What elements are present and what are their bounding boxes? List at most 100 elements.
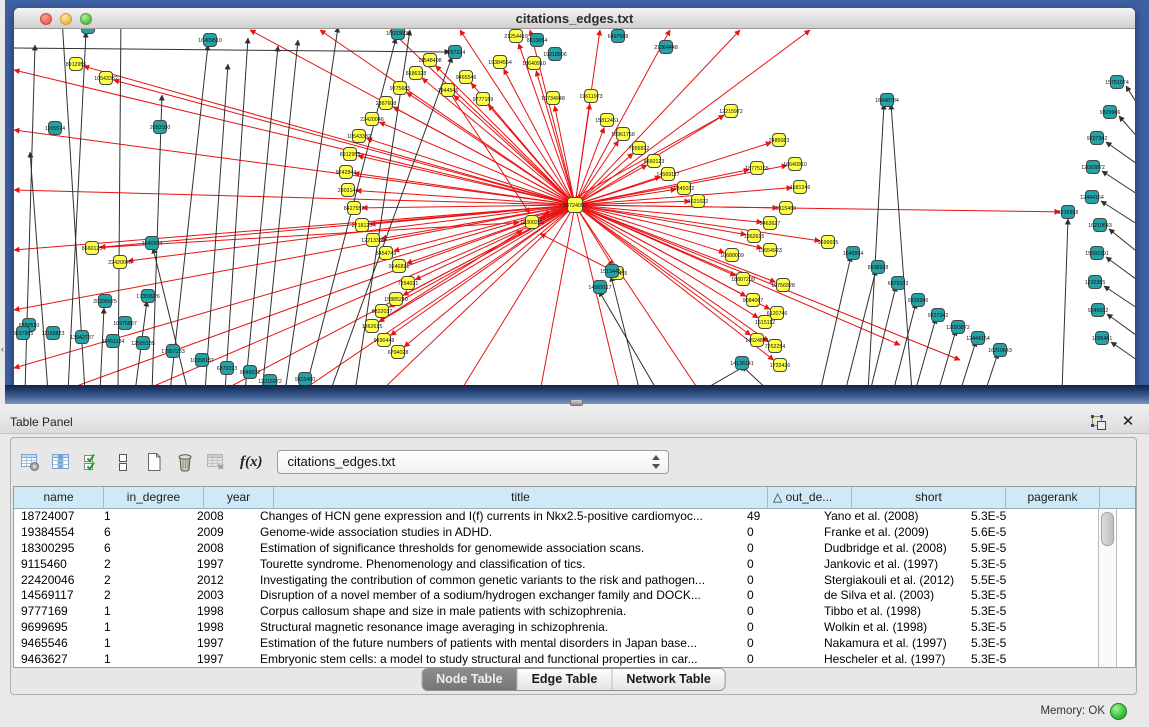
table-cell[interactable]: Estimation of significance thresholds fo…	[253, 541, 740, 557]
table-cell[interactable]: Franke et al. (2009)	[817, 525, 964, 541]
table-cell[interactable]: 9777169	[14, 604, 97, 620]
delete-rows-trash-icon[interactable]	[172, 447, 198, 477]
table-cell[interactable]: 5.3E-5	[964, 652, 1051, 668]
table-cell[interactable]: 5.3E-5	[964, 620, 1051, 636]
table-cell[interactable]: 5.3E-5	[964, 509, 1051, 525]
table-cell[interactable]: 5.3E-5	[964, 636, 1051, 652]
table-cell[interactable]: 9463627	[14, 652, 97, 668]
table-cell[interactable]: Structural magnetic resonance image aver…	[253, 620, 740, 636]
table-cell[interactable]: Tourette syndrome. Phenomenology and cla…	[253, 557, 740, 573]
table-row[interactable]: 1456911722003Disruption of a novel membe…	[14, 588, 1135, 604]
table-cell[interactable]: Wolkin et al. (1998)	[817, 620, 964, 636]
table-row[interactable]: 2242004622012Investigating the contribut…	[14, 573, 1135, 589]
table-cell[interactable]: 5.3E-5	[964, 557, 1051, 573]
tab-network-table[interactable]: Network Table	[612, 669, 725, 690]
table-row[interactable]: 1872400712008Changes of HCN gene express…	[14, 509, 1135, 525]
scrollbar-thumb[interactable]	[1101, 512, 1114, 546]
table-cell[interactable]: 22420046	[14, 573, 97, 589]
table-cell[interactable]: 18724007	[14, 509, 97, 525]
memory-status-icon[interactable]	[1110, 703, 1127, 720]
table-cell[interactable]: 0	[740, 652, 817, 668]
table-cell[interactable]: 0	[740, 573, 817, 589]
table-cell[interactable]: 5.3E-5	[964, 588, 1051, 604]
table-cell[interactable]: Estimation of the future numbers of pati…	[253, 636, 740, 652]
table-cell[interactable]: Dudbridge et al. (2008)	[817, 541, 964, 557]
table-cell[interactable]: 1	[97, 604, 190, 620]
table-cell[interactable]: 2	[97, 588, 190, 604]
function-builder-icon[interactable]: f(x)	[240, 454, 263, 471]
table-cell[interactable]: 9465546	[14, 636, 97, 652]
table-cell[interactable]: Corpus callosum shape and size in male p…	[253, 604, 740, 620]
table-cell[interactable]: 9699695	[14, 620, 97, 636]
clear-selection-icon[interactable]	[110, 447, 136, 477]
table-cell[interactable]: 6	[97, 541, 190, 557]
table-cell[interactable]: 5.3E-5	[964, 604, 1051, 620]
table-cell[interactable]: 1997	[190, 652, 253, 668]
table-cell[interactable]: Stergiakouli et al. (2012)	[817, 573, 964, 589]
table-cell[interactable]: 1997	[190, 557, 253, 573]
column-header-short[interactable]: short	[852, 487, 1006, 509]
table-cell[interactable]: 0	[740, 541, 817, 557]
column-header-pagerank[interactable]: pagerank	[1006, 487, 1100, 509]
network-window-titlebar[interactable]: citations_edges.txt	[14, 8, 1135, 29]
network-graph-svg[interactable]: 1830029511548498818632892756852367608224…	[14, 29, 1135, 385]
table-cell[interactable]: 6	[97, 525, 190, 541]
table-row[interactable]: 911546021997Tourette syndrome. Phenomeno…	[14, 557, 1135, 573]
close-panel-icon[interactable]: ✕	[1119, 411, 1137, 433]
table-cell[interactable]: 0	[740, 525, 817, 541]
table-cell[interactable]: 2008	[190, 509, 253, 525]
table-cell[interactable]: 2009	[190, 525, 253, 541]
table-row[interactable]: 946362711997Embryonic stem cells: a mode…	[14, 652, 1135, 668]
table-cell[interactable]: 2003	[190, 588, 253, 604]
table-cell[interactable]: 2008	[190, 541, 253, 557]
table-cell[interactable]: 1998	[190, 604, 253, 620]
table-cell[interactable]: 9115460	[14, 557, 97, 573]
table-cell[interactable]: 0	[740, 636, 817, 652]
table-cell[interactable]: Disruption of a novel member of a sodium…	[253, 588, 740, 604]
table-select-dropdown[interactable]: citations_edges.txt	[277, 450, 669, 474]
table-cell[interactable]: Yano et al. (2008)	[817, 509, 964, 525]
table-cell[interactable]: 1998	[190, 620, 253, 636]
tab-node-table[interactable]: Node Table	[422, 669, 517, 690]
select-columns-icon[interactable]	[48, 447, 74, 477]
table-vertical-scrollbar[interactable]	[1098, 509, 1117, 667]
table-cell[interactable]: 49	[740, 509, 817, 525]
column-header-in_degree[interactable]: in_degree	[104, 487, 204, 509]
table-settings-icon[interactable]	[17, 447, 43, 477]
column-header-name[interactable]: name	[14, 487, 104, 509]
table-cell[interactable]: de Silva et al. (2003)	[817, 588, 964, 604]
table-cell[interactable]: Nakamura et al. (1997)	[817, 636, 964, 652]
table-cell[interactable]: 0	[740, 588, 817, 604]
column-header-out_de[interactable]: △ out_de...	[768, 487, 852, 509]
select-all-checklist-icon[interactable]	[79, 447, 105, 477]
table-row[interactable]: 946554611997Estimation of the future num…	[14, 636, 1135, 652]
table-cell[interactable]: 1	[97, 652, 190, 668]
table-cell[interactable]: Jankovic et al. (1997)	[817, 557, 964, 573]
table-cell[interactable]: 1	[97, 620, 190, 636]
table-cell[interactable]: 5.9E-5	[964, 541, 1051, 557]
table-row[interactable]: 969969511998Structural magnetic resonanc…	[14, 620, 1135, 636]
table-cell[interactable]: 1	[97, 509, 190, 525]
table-cell[interactable]: 0	[740, 557, 817, 573]
table-cell[interactable]: 5.5E-5	[964, 573, 1051, 589]
table-cell[interactable]: 18300295	[14, 541, 97, 557]
table-cell[interactable]: 2	[97, 573, 190, 589]
column-header-year[interactable]: year	[204, 487, 274, 509]
table-cell[interactable]: 2	[97, 557, 190, 573]
float-panel-icon[interactable]	[1089, 413, 1109, 433]
table-cell[interactable]: Investigating the contribution of common…	[253, 573, 740, 589]
table-row[interactable]: 1938455462009Genome-wide association stu…	[14, 525, 1135, 541]
table-cell[interactable]: 5.6E-5	[964, 525, 1051, 541]
table-cell[interactable]: 19384554	[14, 525, 97, 541]
table-cell[interactable]: Genome-wide association studies in ADHD.	[253, 525, 740, 541]
table-cell[interactable]: 1997	[190, 636, 253, 652]
table-row[interactable]: 1830029562008Estimation of significance …	[14, 541, 1135, 557]
network-canvas[interactable]: 1830029511548498818632892756852367608224…	[14, 29, 1135, 385]
table-cell[interactable]: 1	[97, 636, 190, 652]
new-table-icon[interactable]	[141, 447, 167, 477]
table-cell[interactable]: Changes of HCN gene expression and I(f) …	[253, 509, 740, 525]
table-cell[interactable]: Hescheler et al. (1997)	[817, 652, 964, 668]
table-row[interactable]: 977716911998Corpus callosum shape and si…	[14, 604, 1135, 620]
table-cell[interactable]: 14569117	[14, 588, 97, 604]
table-cell[interactable]: 0	[740, 604, 817, 620]
